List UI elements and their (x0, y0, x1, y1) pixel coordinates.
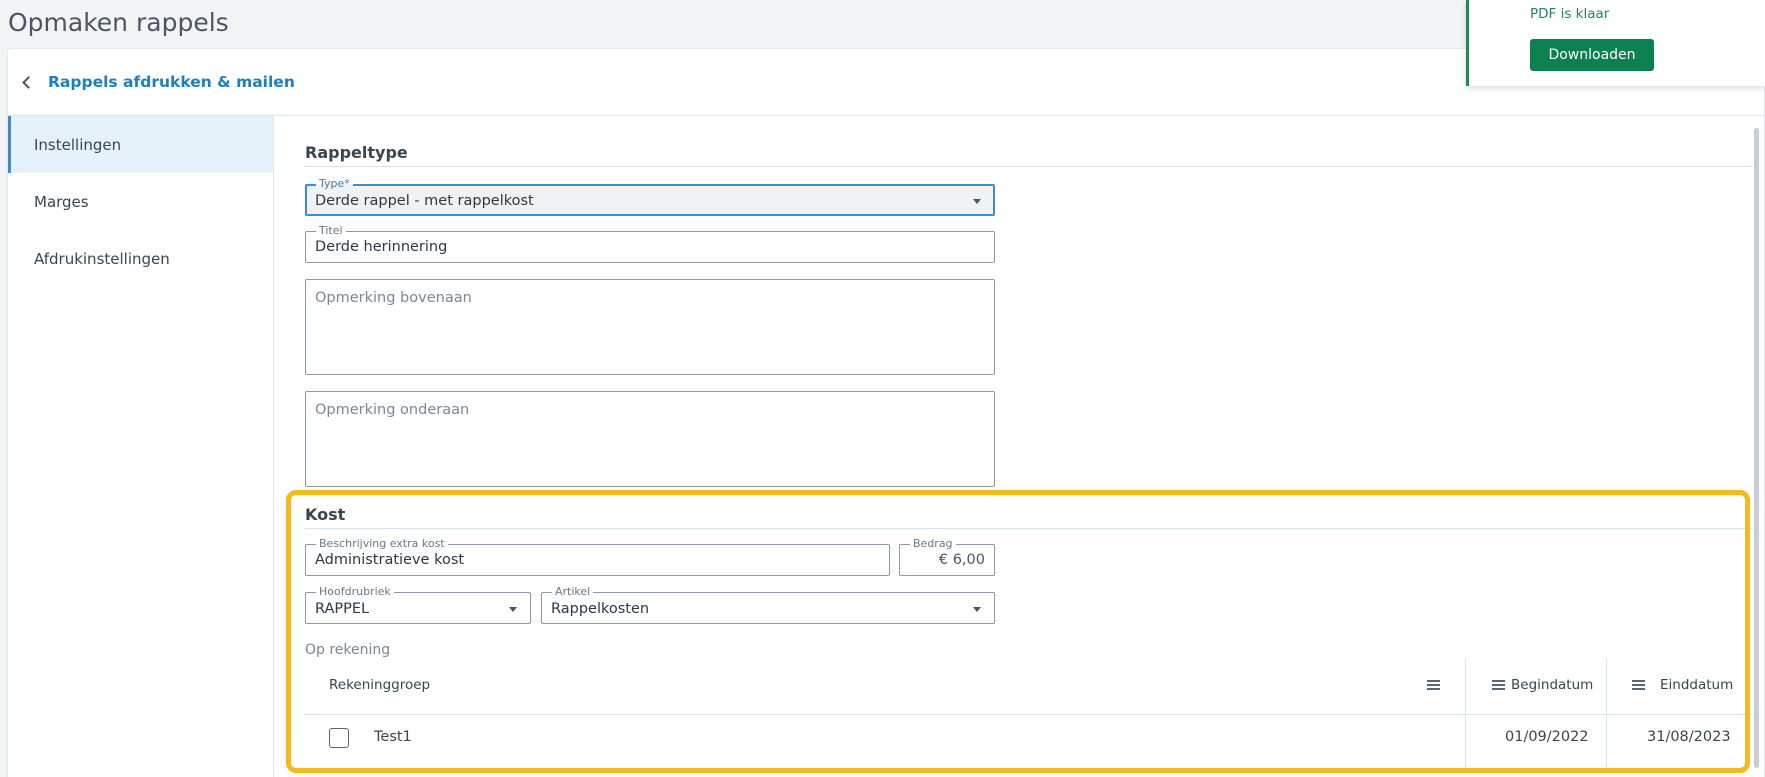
beschrijving-extra-kost-field[interactable]: Beschrijving extra kost Administratieve … (305, 537, 890, 576)
column-menu-icon[interactable] (1632, 680, 1645, 690)
header-divider (305, 714, 1753, 715)
row-einddatum: 31/08/2023 (1647, 729, 1731, 745)
column-divider (1606, 658, 1607, 768)
back-link[interactable]: Rappels afdrukken & mailen (48, 73, 295, 91)
beschrijving-label: Beschrijving extra kost (316, 537, 448, 551)
caret-down-icon (973, 607, 981, 612)
artikel-label: Artikel (552, 585, 594, 599)
hoofdrubriek-select[interactable]: Hoofdrubriek RAPPEL (305, 585, 531, 624)
sidebar: Instellingen Marges Afdrukinstellingen (8, 116, 274, 777)
caret-down-icon (509, 607, 517, 612)
titel-label: Titel (316, 224, 346, 238)
column-divider (1465, 658, 1466, 768)
rekeninggroep-table: Rekeninggroep Begindatum Einddatum Test1… (305, 658, 1753, 768)
chevron-left-icon[interactable] (20, 75, 34, 89)
bedrag-field[interactable]: Bedrag € 6,00 (899, 537, 995, 576)
type-label: Type* (316, 177, 353, 191)
sidebar-item-marges[interactable]: Marges (8, 173, 273, 230)
opmerking-onderaan-textarea[interactable]: Opmerking onderaan (305, 391, 995, 487)
sidebar-item-afdrukinstellingen[interactable]: Afdrukinstellingen (8, 230, 273, 287)
artikel-value: Rappelkosten (551, 601, 650, 617)
section-divider (305, 166, 1753, 167)
beschrijving-value: Administratieve kost (315, 552, 465, 568)
titel-field[interactable]: Titel Derde herinnering (305, 224, 995, 263)
toast-notification: PDF is klaar Downloaden (1466, 0, 1765, 86)
page-title: Opmaken rappels (8, 8, 229, 37)
column-menu-icon[interactable] (1492, 680, 1505, 690)
scrollbar[interactable] (1754, 128, 1759, 768)
artikel-select[interactable]: Artikel Rappelkosten (541, 585, 995, 624)
sidebar-item-instellingen[interactable]: Instellingen (8, 116, 273, 173)
opmerking-bovenaan-textarea[interactable]: Opmerking bovenaan (305, 279, 995, 375)
titel-value: Derde herinnering (315, 239, 448, 255)
hoofdrubriek-label: Hoofdrubriek (316, 585, 394, 599)
row-rekeninggroep: Test1 (374, 729, 412, 745)
toast-message: PDF is klaar (1530, 6, 1610, 22)
opmerking-onderaan-placeholder: Opmerking onderaan (315, 402, 470, 418)
download-button[interactable]: Downloaden (1530, 39, 1654, 71)
bedrag-value: € 6,00 (938, 552, 985, 568)
row-checkbox[interactable] (329, 728, 349, 748)
section-title-kost: Kost (305, 505, 346, 524)
column-header-einddatum[interactable]: Einddatum (1660, 677, 1733, 693)
caret-down-icon (973, 199, 981, 204)
opmerking-bovenaan-placeholder: Opmerking bovenaan (315, 290, 472, 306)
main-card: Rappels afdrukken & mailen Instellingen … (7, 48, 1765, 777)
section-divider (305, 528, 1753, 529)
content-area: Rappeltype Type* Derde rappel - met rapp… (275, 116, 1764, 777)
op-rekening-label: Op rekening (305, 642, 391, 658)
type-select[interactable]: Type* Derde rappel - met rappelkost (305, 177, 995, 216)
column-header-begindatum[interactable]: Begindatum (1511, 677, 1593, 693)
hoofdrubriek-value: RAPPEL (315, 601, 370, 617)
row-begindatum: 01/09/2022 (1505, 729, 1589, 745)
section-title-rappeltype: Rappeltype (305, 143, 408, 162)
column-header-rekeninggroep[interactable]: Rekeninggroep (329, 677, 430, 693)
bedrag-label: Bedrag (910, 537, 956, 551)
column-menu-icon[interactable] (1427, 680, 1440, 690)
type-value: Derde rappel - met rappelkost (315, 193, 534, 209)
